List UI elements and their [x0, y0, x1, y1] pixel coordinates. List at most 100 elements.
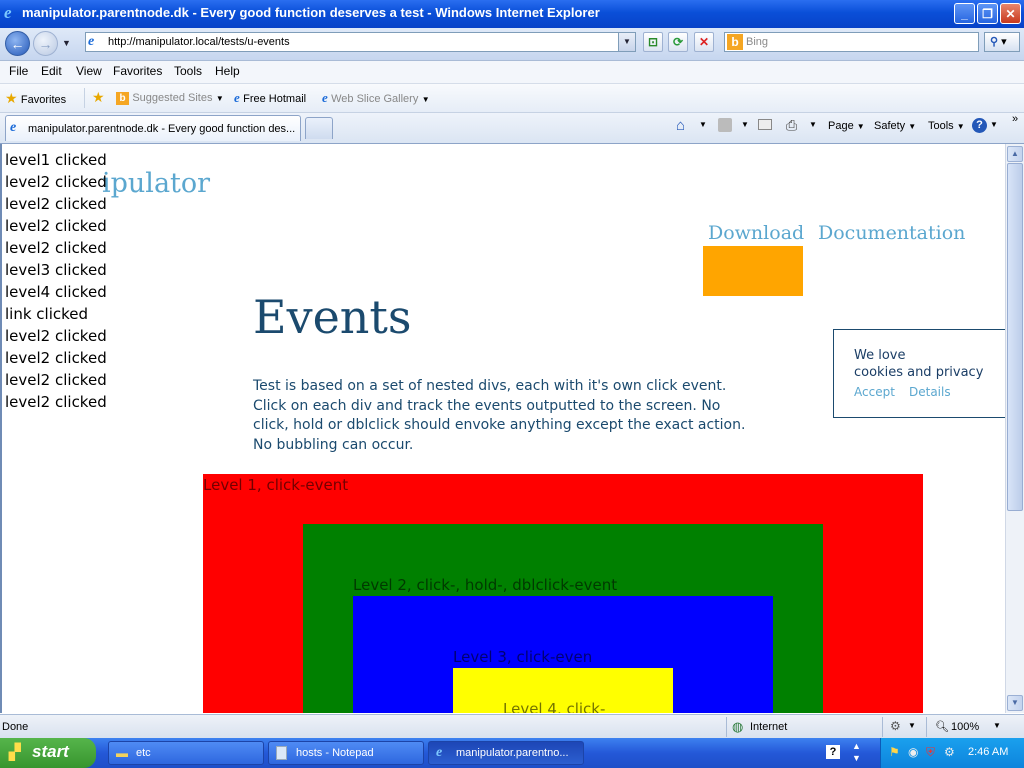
taskbar: ▞ start ▬ etc hosts - Notepad e manipula…: [0, 738, 1024, 768]
log-entry: level2 clicked: [5, 217, 107, 235]
tray-security-icon[interactable]: ⛨: [926, 745, 935, 760]
level-4-box[interactable]: Level 4, click-: [453, 668, 673, 713]
home-icon[interactable]: ⌂: [676, 117, 685, 134]
search-box[interactable]: b Bing: [724, 32, 979, 52]
menu-edit[interactable]: Edit: [41, 64, 62, 78]
safety-menu-label: Safety: [874, 120, 906, 132]
scroll-down-icon[interactable]: ▼: [1007, 695, 1023, 711]
divider: [84, 88, 85, 108]
menu-file[interactable]: File: [9, 64, 28, 78]
search-button[interactable]: ⚲ ▾: [984, 32, 1020, 52]
page-menu[interactable]: Page ▼: [828, 120, 865, 132]
level-3-label: Level 3, click-even: [453, 648, 593, 666]
chevron-down-icon[interactable]: ▼: [990, 120, 998, 129]
tab-active[interactable]: e manipulator.parentnode.dk - Every good…: [5, 115, 301, 141]
help-icon[interactable]: ?: [826, 745, 840, 759]
safety-menu[interactable]: Safety ▼: [874, 120, 916, 132]
taskbar-item-label: etc: [136, 747, 151, 759]
compatibility-view-icon[interactable]: ⊡: [643, 32, 663, 52]
chevron-down-icon[interactable]: ▼: [993, 721, 1001, 730]
cookie-details-link[interactable]: Details: [909, 385, 951, 399]
taskbar-item-ie[interactable]: e manipulator.parentno...: [428, 741, 584, 765]
tray-network-icon[interactable]: ⚑: [889, 745, 900, 759]
free-hotmail-link[interactable]: e Free Hotmail: [234, 90, 306, 106]
log-entry: level2 clicked: [5, 349, 107, 367]
tray-volume-icon[interactable]: ◉: [908, 745, 918, 759]
taskbar-item-notepad[interactable]: hosts - Notepad: [268, 741, 424, 765]
tools-menu[interactable]: Tools ▼: [928, 120, 965, 132]
minimize-button[interactable]: _: [954, 3, 975, 24]
level-2-box[interactable]: Level 2, click-, hold-, dblclick-event L…: [303, 524, 823, 713]
new-tab-button[interactable]: [305, 117, 333, 139]
print-icon[interactable]: ⎙: [786, 117, 797, 134]
cookie-text: We love cookies and privacy: [854, 347, 983, 381]
chevron-right-icon[interactable]: »: [1012, 113, 1018, 125]
back-button[interactable]: ←: [5, 31, 30, 56]
level-1-label: Level 1, click-event: [203, 476, 349, 494]
scroll-up-icon[interactable]: ▲: [1007, 146, 1023, 162]
menu-favorites[interactable]: Favorites: [113, 64, 162, 78]
address-toolbar: ← → ▼ e http://manipulator.local/tests/u…: [0, 28, 1024, 61]
address-bar[interactable]: e http://manipulator.local/tests/u-event…: [85, 32, 636, 52]
ie-logo-icon: e: [4, 3, 12, 22]
folder-icon: ▬: [116, 746, 128, 760]
nav-download[interactable]: Download: [708, 222, 804, 244]
chevron-down-icon[interactable]: ▼: [699, 120, 707, 129]
level-1-box[interactable]: Level 1, click-event Level 2, click-, ho…: [203, 474, 923, 713]
chevron-down-icon[interactable]: ▼: [809, 120, 817, 129]
status-bar: Done ◍ Internet ⚙ ▼ 🔍︎ 100% ▼: [0, 714, 1024, 739]
feeds-icon[interactable]: [718, 118, 732, 132]
level-2-label: Level 2, click-, hold-, dblclick-event: [353, 576, 618, 594]
read-mail-icon[interactable]: [758, 119, 772, 130]
tab-bar: e manipulator.parentnode.dk - Every good…: [0, 113, 1024, 144]
recent-pages-dropdown-icon[interactable]: ▼: [62, 38, 71, 48]
clock[interactable]: 2:46 AM: [968, 746, 1008, 758]
event-log: level1 clicked level2 clicked level2 cli…: [5, 149, 107, 413]
zoom-level[interactable]: 100%: [951, 721, 979, 733]
web-slice-gallery-label: Web Slice Gallery: [331, 93, 419, 105]
site-logo[interactable]: ipulator: [102, 168, 210, 199]
log-entry: level2 clicked: [5, 327, 107, 345]
ie-page-icon: e: [234, 90, 240, 105]
refresh-icon[interactable]: ⟳: [668, 32, 688, 52]
address-input[interactable]: http://manipulator.local/tests/u-events: [108, 36, 290, 48]
log-entry: level2 clicked: [5, 371, 107, 389]
menu-view[interactable]: View: [76, 64, 102, 78]
protected-mode-icon[interactable]: ⚙: [890, 719, 901, 733]
suggested-sites-label: Suggested Sites: [132, 92, 213, 104]
help-icon[interactable]: ?: [972, 118, 987, 133]
forward-button[interactable]: →: [33, 31, 58, 56]
search-input[interactable]: Bing: [746, 36, 768, 48]
ie-logo-icon: e: [436, 745, 443, 760]
address-dropdown-icon[interactable]: ▼: [618, 33, 635, 51]
chevron-down-icon[interactable]: ▼: [741, 120, 749, 129]
start-button[interactable]: ▞ start: [0, 738, 96, 768]
page-description: Test is based on a set of nested divs, e…: [253, 378, 746, 453]
favorites-button[interactable]: ★ Favorites: [5, 90, 66, 107]
scroll-thumb[interactable]: [1007, 163, 1023, 511]
language-arrows-icon[interactable]: ▲ ▼: [852, 740, 861, 764]
nav-documentation[interactable]: Documentation: [818, 222, 965, 244]
log-entry: level2 clicked: [5, 393, 107, 411]
chevron-down-icon[interactable]: ▼: [908, 721, 916, 730]
add-favorite-icon[interactable]: ★: [92, 89, 105, 106]
close-button[interactable]: ✕: [1000, 3, 1021, 24]
stop-icon[interactable]: ✕: [694, 32, 714, 52]
suggested-sites-link[interactable]: b Suggested Sites ▼: [116, 90, 224, 105]
menu-help[interactable]: Help: [215, 64, 240, 78]
nav-highlight-box: [703, 246, 803, 296]
cookie-accept-link[interactable]: Accept: [854, 385, 895, 399]
security-zone: Internet: [750, 721, 788, 733]
taskbar-item-etc[interactable]: ▬ etc: [108, 741, 264, 765]
cookie-text-line: We love: [854, 348, 906, 363]
level-3-box[interactable]: Level 3, click-even Level 4, click-: [353, 596, 773, 713]
maximize-button[interactable]: ❐: [977, 3, 998, 24]
tray-settings-icon[interactable]: ⚙: [944, 745, 955, 759]
page-icon: e: [88, 34, 95, 49]
globe-icon: ◍: [732, 719, 744, 734]
vertical-scrollbar[interactable]: ▲ ▼: [1005, 144, 1024, 713]
web-slice-gallery-link[interactable]: e Web Slice Gallery ▼: [322, 90, 430, 106]
status-text: Done: [2, 721, 29, 733]
zoom-icon[interactable]: 🔍︎: [935, 720, 949, 733]
menu-tools[interactable]: Tools: [174, 64, 202, 78]
